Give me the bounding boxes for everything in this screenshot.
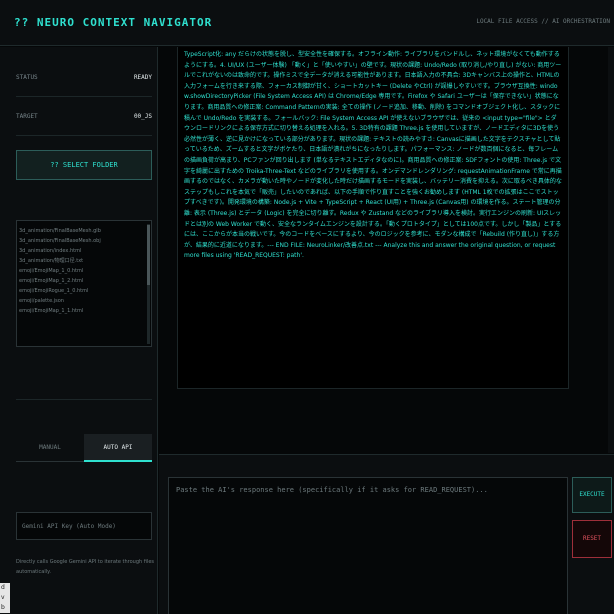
- divider: [16, 96, 152, 97]
- response-panel: EXECUTE RESET: [159, 454, 614, 614]
- file-item[interactable]: 3d_animation/FinalBaseMesh.glb: [19, 226, 151, 236]
- target-label: TARGET: [16, 113, 38, 120]
- sidebar: STATUS READY TARGET 00_JS ?? SELECT FOLD…: [0, 47, 158, 614]
- divider: [16, 399, 152, 400]
- corner-char: d: [1, 584, 5, 591]
- target-row: TARGET 00_JS: [16, 113, 152, 123]
- header-mode-text: LOCAL FILE ACCESS // AI ORCHESTRATION: [476, 18, 610, 25]
- file-item[interactable]: 3d_animation/物理口径.txt: [19, 256, 151, 266]
- file-item[interactable]: 3d_animation/index.html: [19, 246, 151, 256]
- file-item[interactable]: emoji/palette.json: [19, 296, 151, 306]
- main-scrollbar[interactable]: [608, 47, 614, 453]
- file-item[interactable]: emoji/EmojiMap_1_2.html: [19, 276, 151, 286]
- status-label: STATUS: [16, 74, 38, 81]
- file-item[interactable]: 3d_animation/FinalBaseMesh.obj: [19, 236, 151, 246]
- context-text: TypeScript化: any だらけの状態を脱し、型安全性を確保する。オフラ…: [184, 51, 562, 260]
- app-title: ?? NEURO CONTEXT NAVIGATOR: [14, 16, 213, 29]
- execute-button[interactable]: EXECUTE: [572, 477, 612, 513]
- corner-char: v: [1, 594, 5, 601]
- tab-auto-api[interactable]: AUTO API: [84, 434, 152, 462]
- context-output[interactable]: TypeScript化: any だらけの状態を脱し、型安全性を確保する。オフラ…: [177, 47, 569, 389]
- response-textarea[interactable]: [168, 477, 568, 614]
- status-value: READY: [133, 74, 152, 81]
- file-item[interactable]: emoji/EmojiRogue_1_0.html: [19, 286, 151, 296]
- mode-tabs: MANUAL AUTO API: [16, 434, 152, 462]
- file-list[interactable]: 3d_animation/FinalBaseMesh.glb 3d_animat…: [16, 220, 152, 347]
- tab-manual[interactable]: MANUAL: [16, 434, 84, 462]
- status-row: STATUS READY: [16, 74, 152, 84]
- corner-overlay: d v b: [0, 583, 10, 613]
- corner-char: b: [1, 604, 5, 611]
- app-header: ?? NEURO CONTEXT NAVIGATOR LOCAL FILE AC…: [0, 0, 614, 46]
- file-item[interactable]: emoji/EmojiMap_1_0.html: [19, 266, 151, 276]
- file-list-scrollbar-thumb[interactable]: [147, 225, 150, 285]
- divider: [16, 135, 152, 136]
- main-panel: TypeScript化: any だらけの状態を脱し、型安全性を確保する。オフラ…: [159, 47, 614, 453]
- file-item[interactable]: emoji/EmojiMap_1_1.html: [19, 306, 151, 316]
- target-value: 00_JS: [133, 113, 152, 120]
- reset-button[interactable]: RESET: [572, 520, 612, 558]
- api-key-input[interactable]: [16, 512, 152, 540]
- select-folder-button[interactable]: ?? SELECT FOLDER: [16, 150, 152, 180]
- api-note: Directly calls Google Gemini API to iter…: [16, 559, 155, 575]
